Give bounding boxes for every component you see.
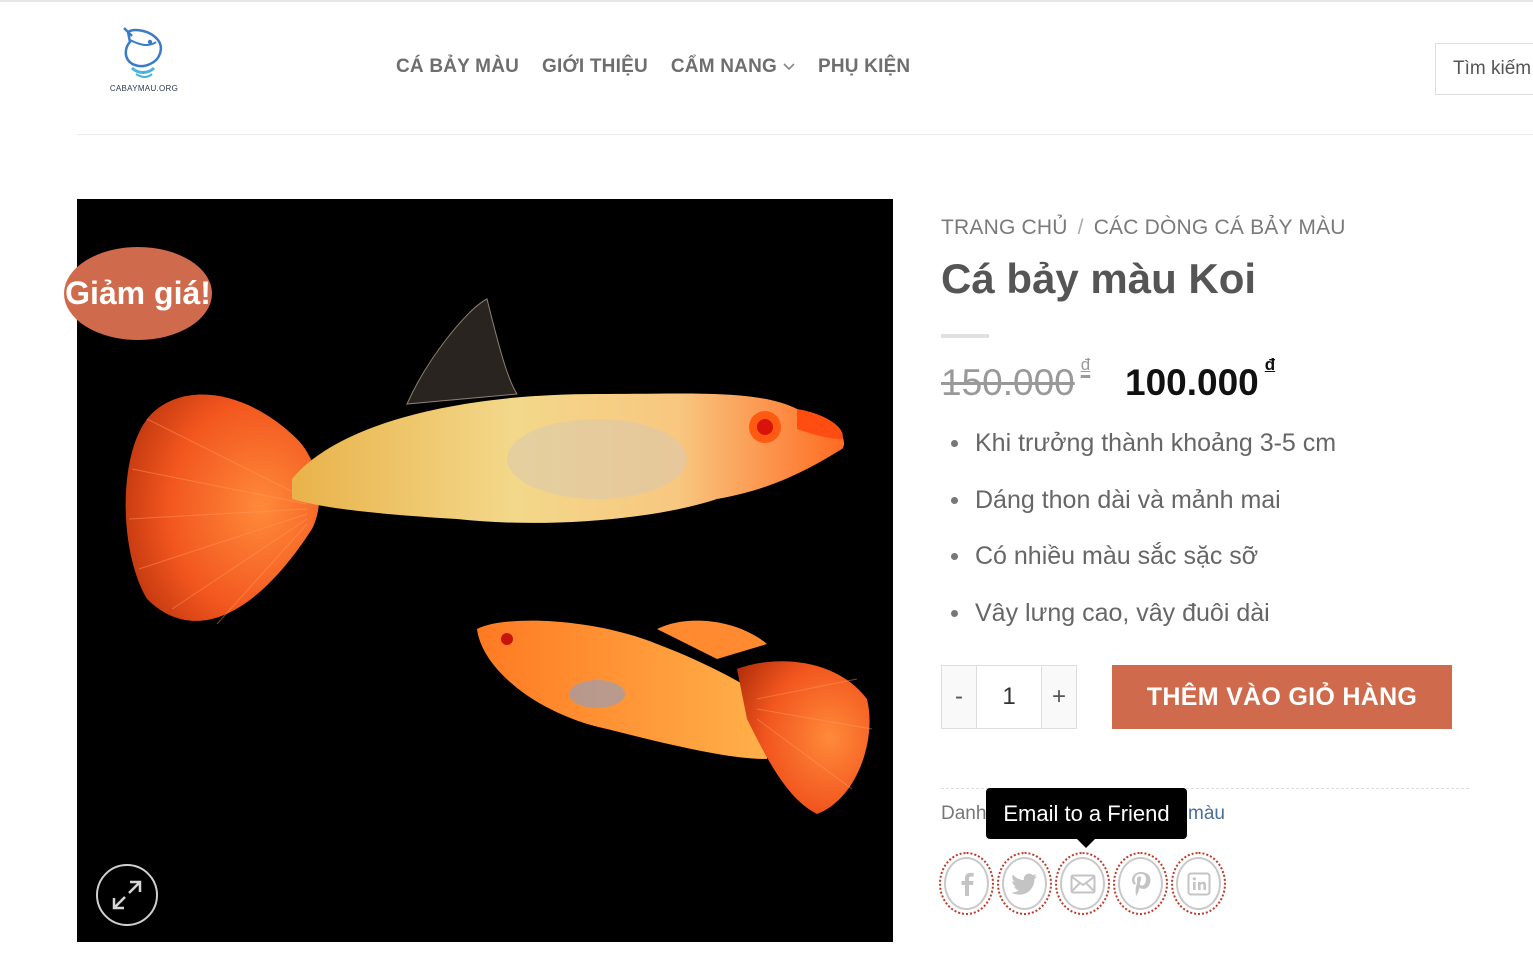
breadcrumb-category[interactable]: CÁC DÒNG CÁ BẢY MÀU [1094,216,1346,240]
share-pinterest-button[interactable] [1113,852,1168,915]
share-icons [939,852,1226,915]
header-divider [77,134,1533,135]
nav-item-phu-kien[interactable]: PHỤ KIỆN [818,56,910,78]
logo-text: CABAYMAU.ORG [109,84,179,93]
breadcrumb-home[interactable]: TRANG CHỦ [941,216,1068,240]
fish-logo-icon [123,27,162,78]
title-divider [941,334,989,338]
product-title: Cá bảy màu Koi [941,255,1257,302]
nav-item-label: CÁ BẢY MÀU [396,56,520,77]
search-box [1435,43,1533,95]
nav-item-label: GIỚI THIỆU [542,56,648,77]
quantity-input[interactable] [977,665,1041,729]
qty-plus-button[interactable]: + [1041,665,1077,729]
old-price-value: 150.000 [941,362,1075,403]
nav-item-label: CẨM NANG [670,56,777,77]
share-linkedin-button[interactable] [1171,852,1226,915]
currency-symbol: đ [1264,354,1276,374]
expand-icon [112,880,142,910]
qty-minus-button[interactable]: - [941,665,977,729]
nav-item-label: PHỤ KIỆN [817,56,911,77]
list-item: Dáng thon dài và mảnh mai [950,481,1336,538]
sale-badge: Giảm giá! [64,247,212,340]
list-item: Khi trưởng thành khoảng 3-5 cm [950,424,1336,481]
top-border [0,0,1533,2]
sale-price: 100.000 đ [1125,355,1275,404]
zoom-button[interactable] [96,864,158,926]
share-facebook-button[interactable] [939,852,994,915]
main-nav: CÁ BẢY MÀU GIỚI THIỆU CẨM NANG PHỤ KIỆN [396,56,933,78]
quantity-stepper: - + [941,665,1077,729]
email-icon [1070,874,1095,893]
sale-price-value: 100.000 [1125,362,1259,403]
share-twitter-button[interactable] [997,852,1052,915]
linkedin-icon [1187,872,1210,895]
category-meta: Danh [941,803,987,824]
list-item: Có nhiều màu sắc sặc sỡ [950,537,1336,594]
feature-list: Khi trưởng thành khoảng 3-5 cm Dáng thon… [950,424,1336,651]
twitter-icon [1011,873,1037,895]
old-price: 150.000 đ [941,355,1090,404]
category-link[interactable]: màu [1188,803,1225,825]
pinterest-icon [1131,871,1150,896]
email-tooltip: Email to a Friend [986,788,1187,848]
currency-symbol: đ [1080,354,1091,374]
nav-item-gioi-thieu[interactable]: GIỚI THIỆU [542,56,648,78]
site-logo[interactable]: CABAYMAU.ORG [104,26,186,98]
chevron-down-icon [783,63,795,71]
facebook-icon [961,872,974,896]
share-email-button[interactable] [1055,852,1110,915]
nav-item-ca-bay-mau[interactable]: CÁ BẢY MÀU [396,56,519,78]
add-to-cart-button[interactable]: THÊM VÀO GIỎ HÀNG [1112,665,1452,729]
list-item: Vây lưng cao, vây đuôi dài [950,594,1336,651]
nav-item-cam-nang[interactable]: CẨM NANG [671,56,795,78]
breadcrumb-separator: / [1077,216,1084,239]
breadcrumb: TRANG CHỦ / CÁC DÒNG CÁ BẢY MÀU [941,216,1346,240]
search-input[interactable] [1436,44,1533,94]
